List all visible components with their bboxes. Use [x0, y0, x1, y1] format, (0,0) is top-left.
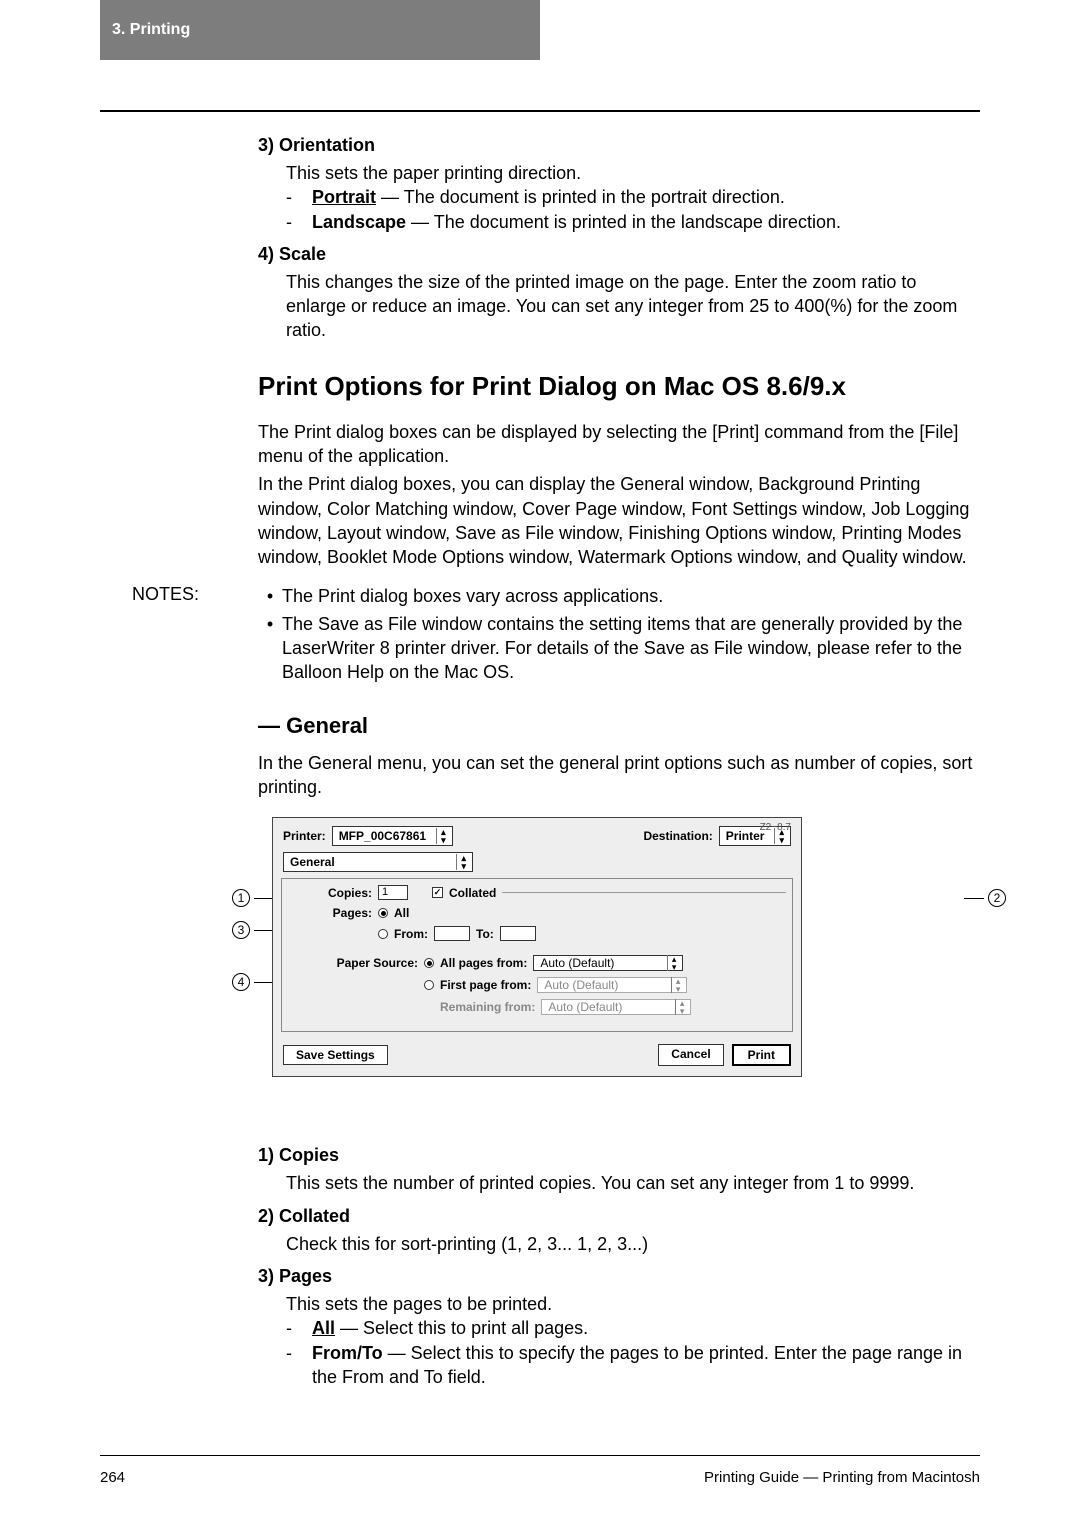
- note1: The Print dialog boxes vary across appli…: [282, 584, 663, 608]
- lower-items: 1) Copies This sets the number of printe…: [258, 1145, 980, 1389]
- fromto-rest: — Select this to specify the pages to be…: [312, 1343, 962, 1387]
- all-bold: All: [312, 1318, 335, 1338]
- callout-3: 3: [232, 921, 274, 939]
- top-rule: [100, 110, 980, 112]
- header-crumb-text: 3. Printing: [112, 21, 190, 39]
- bullet-icon: •: [258, 612, 282, 685]
- print-dialog: Z2−8.7 Printer: MFP_00C67861▴▾ Destinati…: [272, 817, 802, 1077]
- dash: -: [286, 1341, 312, 1390]
- firstpage-label: First page from:: [440, 978, 531, 992]
- pages-all-radio[interactable]: [378, 908, 388, 918]
- orientation-line1: This sets the paper printing direction.: [286, 161, 980, 185]
- from-input[interactable]: [434, 926, 470, 941]
- print-button[interactable]: Print: [732, 1044, 791, 1066]
- para1: The Print dialog boxes can be displayed …: [258, 420, 980, 469]
- notes-block: NOTES: •The Print dialog boxes vary acro…: [100, 584, 980, 689]
- callout-1: 1: [232, 889, 274, 907]
- papersource-label: Paper Source:: [288, 956, 418, 970]
- pages-fromto-line: - From/To — Select this to specify the p…: [286, 1341, 980, 1390]
- fromto-bold: From/To: [312, 1343, 383, 1363]
- landscape-bold: Landscape: [312, 212, 406, 232]
- copies-body: This sets the number of printed copies. …: [286, 1171, 980, 1195]
- print-dialog-figure: 1 3 4 2 Z2−8.7 Printer: MFP_00C67861▴▾ D…: [258, 817, 980, 1127]
- printer-popup[interactable]: MFP_00C67861▴▾: [332, 826, 453, 846]
- callout-2: 2: [964, 889, 1006, 907]
- pages-label: Pages:: [288, 906, 372, 920]
- scale-head: 4) Scale: [258, 244, 980, 265]
- dash: -: [286, 1316, 312, 1340]
- copies-label: Copies:: [288, 886, 372, 900]
- page-content: 3) Orientation This sets the paper print…: [100, 135, 980, 1399]
- callout-4: 4: [232, 973, 274, 991]
- pane-popup[interactable]: General▴▾: [283, 852, 473, 872]
- copies-input[interactable]: 1: [378, 885, 408, 900]
- chevron-updown-icon: ▴▾: [436, 828, 446, 844]
- firstpage-radio[interactable]: [424, 980, 434, 990]
- pages-all-line: - All — Select this to print all pages.: [286, 1316, 980, 1340]
- footer-title: Printing Guide — Printing from Macintosh: [704, 1469, 980, 1486]
- portrait-bold: Portrait: [312, 187, 376, 207]
- pages-line1: This sets the pages to be printed.: [286, 1292, 980, 1316]
- pages-head: 3) Pages: [258, 1266, 980, 1287]
- orientation-body: This sets the paper printing direction. …: [286, 161, 980, 234]
- pages-body: This sets the pages to be printed. - All…: [286, 1292, 980, 1389]
- dash: -: [286, 185, 312, 209]
- h2-title: Print Options for Print Dialog on Mac OS…: [258, 371, 980, 402]
- to-label: To:: [476, 927, 494, 941]
- allpages-radio[interactable]: [424, 958, 434, 968]
- page-number: 264: [100, 1469, 125, 1486]
- pages-from-radio[interactable]: [378, 929, 388, 939]
- allpages-label: All pages from:: [440, 956, 527, 970]
- chevron-updown-icon: ▴▾: [671, 977, 681, 993]
- all-rest: — Select this to print all pages.: [335, 1318, 588, 1338]
- printer-label: Printer:: [283, 829, 326, 843]
- general-groupbox: Copies: 1 ✓ Collated Pages: All From:: [281, 878, 793, 1032]
- section-orientation: 3) Orientation This sets the paper print…: [258, 135, 980, 343]
- firstpage-popup[interactable]: Auto (Default)▴▾: [537, 977, 687, 993]
- collated-checkbox[interactable]: ✓: [432, 887, 443, 898]
- para3: In the General menu, you can set the gen…: [258, 751, 980, 800]
- save-settings-button[interactable]: Save Settings: [283, 1045, 388, 1065]
- header-crumb: 3. Printing: [100, 0, 540, 60]
- landscape-rest: — The document is printed in the landsca…: [406, 212, 841, 232]
- dialog-version: Z2−8.7: [760, 822, 791, 833]
- scale-body: This changes the size of the printed ima…: [286, 270, 980, 343]
- to-input[interactable]: [500, 926, 536, 941]
- chevron-updown-icon: ▴▾: [456, 854, 466, 870]
- notes-label: NOTES:: [132, 584, 258, 689]
- remaining-popup[interactable]: Auto (Default)▴▾: [541, 999, 691, 1015]
- pages-all-label: All: [394, 906, 409, 920]
- orientation-portrait: - Portrait — The document is printed in …: [286, 185, 980, 209]
- notes-body: •The Print dialog boxes vary across appl…: [258, 584, 980, 689]
- bullet-icon: •: [258, 584, 282, 608]
- bottom-rule: [100, 1455, 980, 1456]
- footer: 264 Printing Guide — Printing from Macin…: [100, 1469, 980, 1486]
- remaining-label: Remaining from:: [440, 1000, 535, 1014]
- from-label: From:: [394, 927, 428, 941]
- note2: The Save as File window contains the set…: [282, 612, 980, 685]
- copies-head: 1) Copies: [258, 1145, 980, 1166]
- destination-label: Destination:: [643, 829, 712, 843]
- chevron-updown-icon: ▴▾: [667, 955, 677, 971]
- orientation-landscape: - Landscape — The document is printed in…: [286, 210, 980, 234]
- collated-body: Check this for sort-printing (1, 2, 3...…: [286, 1232, 980, 1256]
- chevron-updown-icon: ▴▾: [675, 999, 685, 1015]
- collated-head: 2) Collated: [258, 1206, 980, 1227]
- portrait-rest: — The document is printed in the portrai…: [376, 187, 785, 207]
- allpages-popup[interactable]: Auto (Default)▴▾: [533, 955, 683, 971]
- dash: -: [286, 210, 312, 234]
- para2: In the Print dialog boxes, you can displ…: [258, 472, 980, 569]
- collated-label: Collated: [449, 886, 496, 900]
- h3-general: — General: [258, 713, 980, 739]
- cancel-button[interactable]: Cancel: [658, 1044, 723, 1066]
- orientation-head: 3) Orientation: [258, 135, 980, 156]
